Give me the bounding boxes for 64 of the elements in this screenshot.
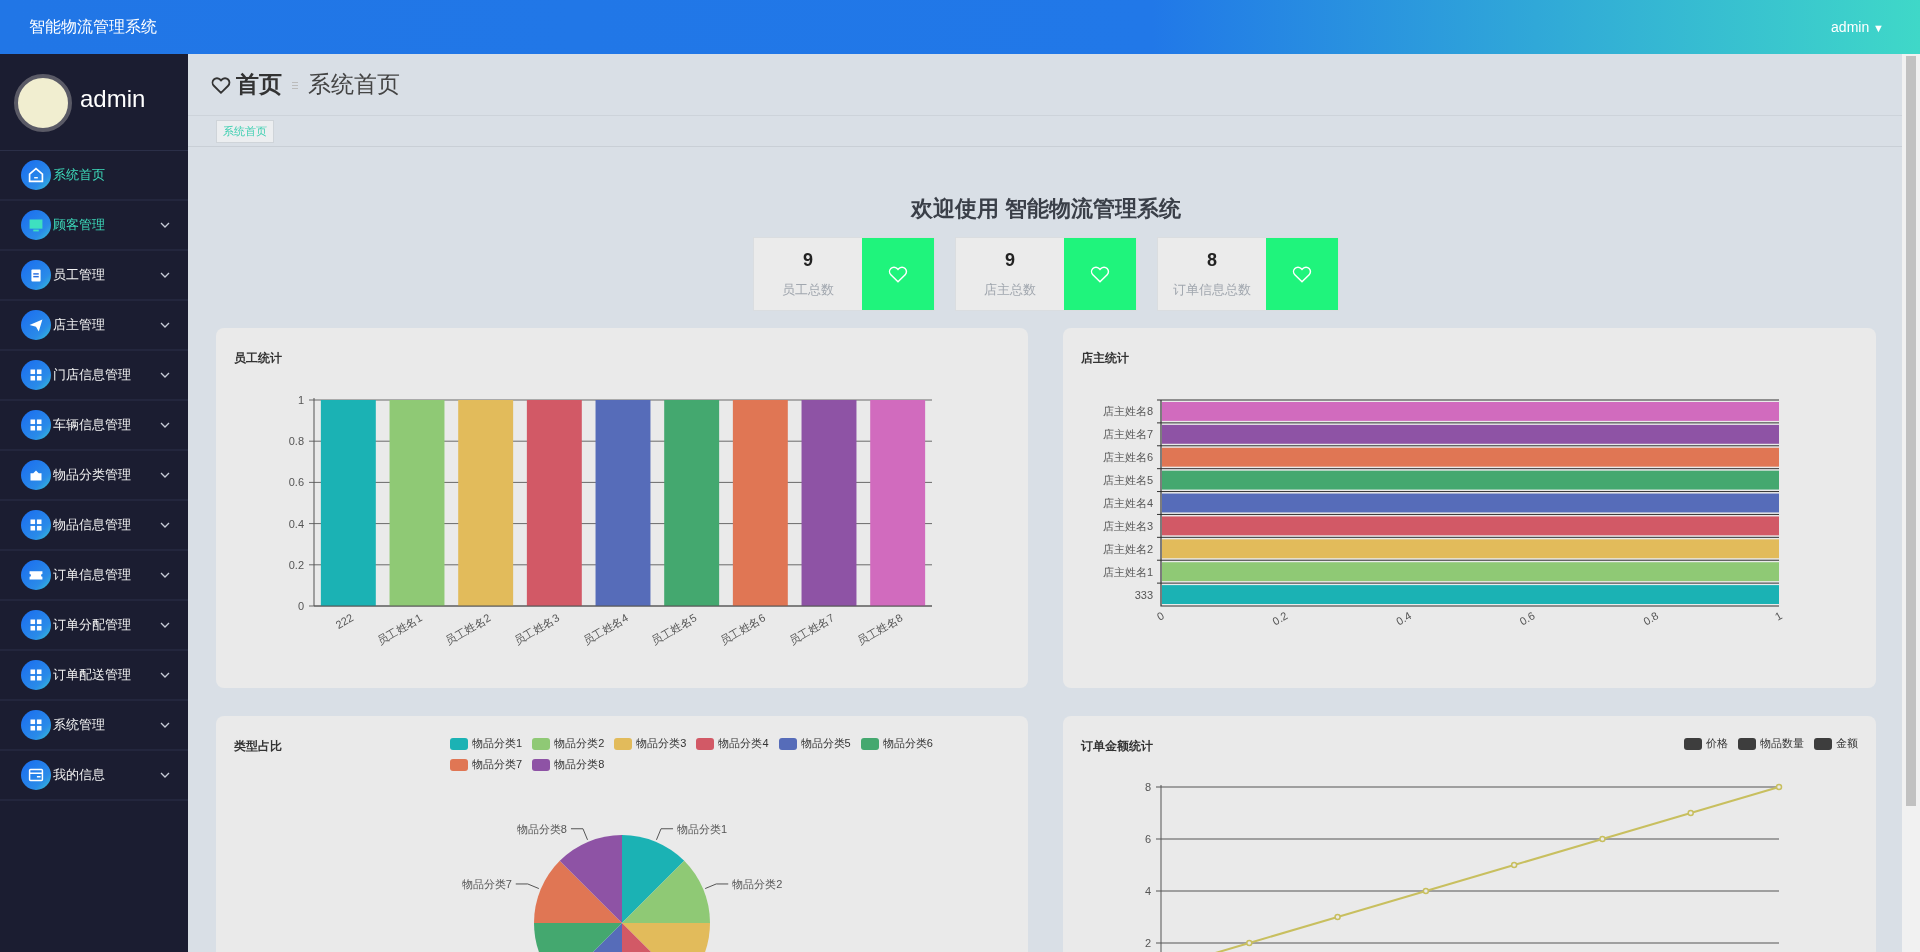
axis-category-label: 店主姓名5 <box>1102 474 1153 487</box>
axis-tick-label: 6 <box>1144 833 1151 845</box>
axis-tick-label: 0.2 <box>288 558 304 571</box>
axis-tick-label: 8 <box>1144 781 1151 793</box>
axis-category-label: 店主姓名4 <box>1102 497 1153 509</box>
axis-tick-label: 0.4 <box>1393 609 1414 628</box>
axis-category-label: 员工姓名2 <box>443 611 493 647</box>
axis-tick-label: 0.2 <box>1270 609 1290 628</box>
axis-tick-label: 0.8 <box>288 435 304 448</box>
axis-tick-label: 0.8 <box>1641 609 1661 628</box>
chart-title: 类型占比 <box>234 738 282 755</box>
stat-label: 员工总数 <box>782 280 834 299</box>
stat-value: 9 <box>803 249 813 271</box>
page-title: 首页 <box>236 70 282 99</box>
stat-label: 店主总数 <box>984 280 1036 299</box>
page-subtitle: 系统首页 <box>308 70 400 99</box>
app-title: 智能物流管理系统 <box>29 16 157 37</box>
axis-category-label: 店主姓名7 <box>1102 428 1153 441</box>
chart-title: 订单金额统计 <box>1081 738 1153 755</box>
stat-label: 订单信息总数 <box>1173 280 1251 299</box>
slice-label: 物品分类2 <box>732 877 783 890</box>
legend-label: 物品数量 <box>1760 736 1804 751</box>
axis-category-label: 店主姓名3 <box>1102 519 1153 532</box>
axis-category-label: 员工姓名8 <box>855 611 905 647</box>
legend-label: 物品分类7 <box>472 757 523 772</box>
legend-label: 物品分类5 <box>800 736 851 751</box>
stat-value: 8 <box>1207 249 1217 271</box>
stat-value: 9 <box>1005 249 1015 271</box>
axis-tick-label: 0 <box>1154 609 1166 623</box>
axis-category-label: 店主姓名6 <box>1102 451 1153 464</box>
legend-label: 价格 <box>1706 736 1728 751</box>
legend-label: 物品分类8 <box>554 757 605 772</box>
axis-tick-label: 0.4 <box>288 517 304 530</box>
axis-category-label: 员工姓名4 <box>580 611 630 647</box>
legend-label: 物品分类6 <box>882 736 933 751</box>
axis-tick-label: 1 <box>297 394 304 406</box>
slice-label: 物品分类8 <box>516 822 567 835</box>
axis-tick-label: 1 <box>1772 609 1784 623</box>
axis-tick-label: 4 <box>1144 885 1151 897</box>
axis-tick-label: 0 <box>297 600 304 612</box>
slice-label: 物品分类1 <box>677 822 728 835</box>
axis-category-label: 222 <box>333 611 356 631</box>
user-name: admin <box>80 85 146 113</box>
chart-title: 员工统计 <box>234 350 282 367</box>
legend-label: 物品分类4 <box>718 736 769 751</box>
legend-label: 物品分类3 <box>636 736 687 751</box>
legend-label: 物品分类1 <box>472 736 523 751</box>
slice-label: 物品分类7 <box>461 877 512 890</box>
axis-category-label: 员工姓名7 <box>786 611 836 647</box>
axis-category-label: 员工姓名6 <box>717 611 768 647</box>
axis-category-label: 店主姓名8 <box>1102 405 1153 418</box>
axis-category-label: 店主姓名2 <box>1102 542 1153 555</box>
axis-tick-label: 2 <box>1144 937 1151 949</box>
axis-category-label: 333 <box>1134 588 1153 601</box>
axis-category-label: 员工姓名5 <box>649 611 699 647</box>
legend-label: 物品分类2 <box>554 736 605 751</box>
axis-tick-label: 0.6 <box>1517 609 1537 628</box>
legend-label: 金额 <box>1836 736 1858 751</box>
axis-tick-label: 0.6 <box>288 476 304 489</box>
chart-title: 店主统计 <box>1081 350 1129 367</box>
axis-category-label: 员工姓名1 <box>374 611 424 647</box>
axis-category-label: 员工姓名3 <box>511 611 562 647</box>
axis-category-label: 店主姓名1 <box>1102 565 1153 578</box>
welcome-heading: 欢迎使用 智能物流管理系统 <box>909 195 1183 223</box>
